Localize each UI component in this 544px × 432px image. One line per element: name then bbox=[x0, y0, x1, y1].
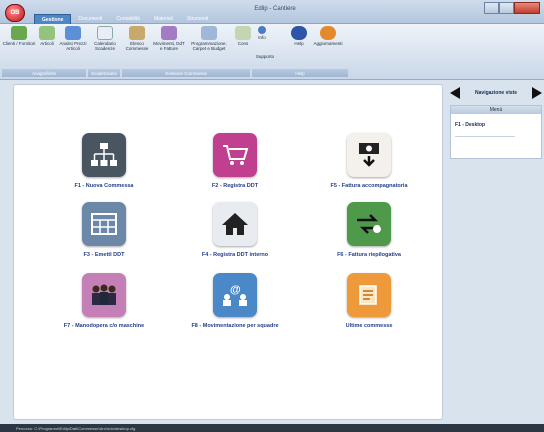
menu-title: Menù bbox=[451, 106, 541, 114]
movements-icon bbox=[161, 26, 177, 40]
view-navigation: Navigazione viste bbox=[448, 84, 544, 102]
tab-contabilita[interactable]: Contabilità bbox=[109, 14, 147, 24]
ribbon-tabs: Gestione Documenti Contabilità Materiali… bbox=[34, 14, 215, 24]
ribbon-label: Elenco Commesse bbox=[125, 41, 149, 51]
hierarchy-icon bbox=[82, 133, 126, 177]
calendario-scadenze-button[interactable]: Calendario Scadenze bbox=[88, 26, 122, 51]
tile-label: F7 - Manodopera c/o maschine bbox=[63, 323, 145, 329]
tile-registra-ddt[interactable]: F2 - Registra DDT bbox=[160, 133, 310, 189]
home-icon bbox=[213, 202, 257, 246]
supporto-label: Supporto bbox=[255, 54, 275, 59]
ribbon-group-anagrafiche: Anagrafiche bbox=[2, 69, 86, 77]
window-controls bbox=[484, 2, 540, 14]
scroll-icon bbox=[347, 273, 391, 317]
tile-label: F5 - Fattura accompagnatoria bbox=[330, 183, 408, 189]
analisi-prezzi-button[interactable]: Analisi Prezzi Articoli bbox=[56, 26, 90, 51]
arrow-left-icon[interactable] bbox=[450, 87, 460, 99]
tile-label: F8 - Movimentazione per squadre bbox=[191, 323, 279, 329]
ribbon-label: Aggiornamenti bbox=[313, 41, 343, 46]
tile-label: F6 - Fattura riepilogativa bbox=[337, 252, 401, 258]
info-icon bbox=[258, 26, 266, 34]
app-logo[interactable]: OB bbox=[5, 4, 25, 22]
tab-documenti[interactable]: Documenti bbox=[71, 14, 109, 24]
elenco-commesse-button[interactable]: Elenco Commesse bbox=[120, 26, 154, 51]
tile-movimentazione-squadre[interactable]: @ F8 - Movimentazione per squadre bbox=[160, 273, 310, 329]
maximize-button[interactable] bbox=[499, 2, 514, 14]
navigation-label: Navigazione viste bbox=[475, 90, 517, 96]
tile-registra-ddt-interno[interactable]: F4 - Registra DDT interno bbox=[160, 202, 310, 258]
tile-nuova-commessa[interactable]: F1 - Nuova Commessa bbox=[29, 133, 179, 189]
ribbon: Clienti / Fornitori Articoli Analisi Pre… bbox=[0, 24, 544, 80]
tile-fattura-riepilogativa[interactable]: F6 - Fattura riepilogativa bbox=[294, 202, 444, 258]
svg-text:@: @ bbox=[230, 284, 241, 296]
update-icon bbox=[320, 26, 336, 40]
users-icon bbox=[11, 26, 27, 40]
tile-ultime-commesse[interactable]: Ultime commesse bbox=[294, 273, 444, 329]
tab-materiali[interactable]: Materiali bbox=[147, 14, 180, 24]
tile-label: Ultime commesse bbox=[345, 323, 393, 329]
analysis-icon bbox=[65, 26, 81, 40]
tab-gestione[interactable]: Gestione bbox=[34, 14, 72, 24]
team-icon: @ bbox=[213, 273, 257, 317]
workers-icon bbox=[82, 273, 126, 317]
close-button[interactable] bbox=[514, 2, 540, 14]
tile-label: F1 - Nuova Commessa bbox=[74, 183, 134, 189]
tile-manodopera[interactable]: F7 - Manodopera c/o maschine bbox=[29, 273, 179, 329]
status-bar: Percorso: C:\Programmi\Edilp\Dati\Commes… bbox=[0, 424, 544, 432]
ribbon-label: Analisi Prezzi Articoli bbox=[59, 41, 87, 51]
menu-panel: Menù F1 - Desktop bbox=[450, 105, 542, 159]
ribbon-label: Articoli bbox=[40, 41, 54, 46]
box-icon bbox=[39, 26, 55, 40]
ribbon-label: Info bbox=[258, 35, 266, 40]
grid-icon bbox=[82, 202, 126, 246]
tile-label: F4 - Registra DDT interno bbox=[201, 252, 269, 258]
calendar-icon bbox=[97, 26, 113, 40]
ribbon-label: Movimenti, DdT e Fatture bbox=[153, 41, 185, 51]
ribbon-label: Programmazione, Carpet e Budget bbox=[191, 41, 227, 51]
menu-item-desktop[interactable]: F1 - Desktop bbox=[451, 114, 541, 128]
ribbon-label: Calendario Scadenze bbox=[94, 41, 116, 51]
tile-label: F3 - EmettI DDT bbox=[83, 252, 125, 258]
title-bar: OB Edilp - Cantiere Gestione Documenti C… bbox=[0, 0, 544, 24]
ribbon-group-commesse: Gestione Commesse bbox=[122, 69, 250, 77]
arrow-right-icon[interactable] bbox=[532, 87, 542, 99]
window-title: Edilp - Cantiere bbox=[254, 6, 296, 12]
programmazione-button[interactable]: Programmazione, Carpet e Budget bbox=[188, 26, 230, 51]
exchange-icon bbox=[347, 202, 391, 246]
tile-label: F2 - Registra DDT bbox=[211, 183, 259, 189]
minimize-button[interactable] bbox=[484, 2, 499, 14]
desktop-panel: F1 - Nuova Commessa F2 - Registra DDT F5… bbox=[13, 84, 443, 420]
ribbon-label: Help bbox=[294, 41, 304, 46]
movimenti-button[interactable]: Movimenti, DdT e Fatture bbox=[152, 26, 186, 51]
tile-emetti-ddt[interactable]: F3 - EmettI DDT bbox=[29, 202, 179, 258]
status-text: Percorso: C:\Programmi\Edilp\Dati\Commes… bbox=[16, 425, 136, 431]
document-icon bbox=[235, 26, 251, 40]
divider bbox=[455, 136, 515, 137]
info-button[interactable]: Info bbox=[250, 26, 274, 40]
cart-icon bbox=[213, 133, 257, 177]
ribbon-label: Cons bbox=[237, 41, 249, 46]
supporto-button[interactable]: Supporto bbox=[250, 54, 280, 59]
budget-icon bbox=[201, 26, 217, 40]
invoice-icon bbox=[347, 133, 391, 177]
help-icon bbox=[291, 26, 307, 40]
tab-strumenti[interactable]: Strumenti bbox=[180, 14, 215, 24]
ribbon-group-scadenziario: Scadenziario bbox=[88, 69, 120, 77]
list-icon bbox=[129, 26, 145, 40]
side-panel: Navigazione viste Menù F1 - Desktop bbox=[448, 84, 544, 420]
ribbon-group-help: Help bbox=[252, 69, 348, 77]
aggiornamenti-button[interactable]: Aggiornamenti bbox=[308, 26, 348, 46]
tile-fattura-accompagnatoria[interactable]: F5 - Fattura accompagnatoria bbox=[294, 133, 444, 189]
